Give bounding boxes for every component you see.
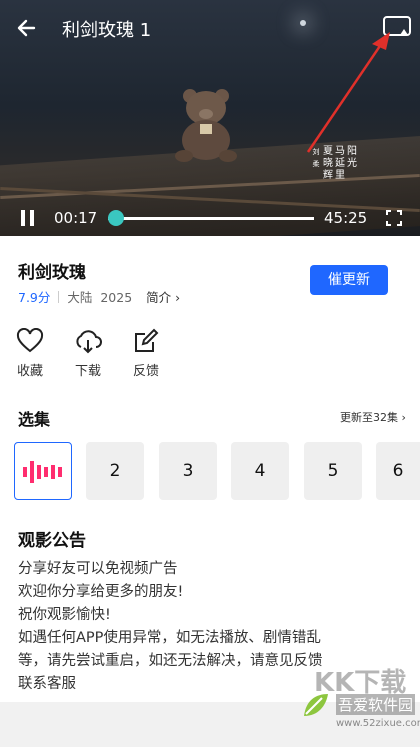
episode-1-playing[interactable] [14, 442, 72, 500]
player-title: 利剑玫瑰 1 [62, 20, 152, 41]
notice-title: 观影公告 [18, 531, 86, 551]
annotation-arrow-icon [306, 32, 390, 153]
favorite-label: 收藏 [16, 364, 43, 379]
intro-link[interactable]: 简介 › [146, 290, 180, 305]
leaf-logo-icon [304, 694, 328, 716]
episode-item[interactable]: 2 [86, 442, 144, 500]
episode-item[interactable]: 4 [231, 442, 289, 500]
heart-icon [16, 328, 44, 353]
total-time: 45:25 [324, 209, 368, 227]
current-time: 00:17 [54, 209, 98, 227]
feedback-button[interactable]: 反馈 [126, 328, 166, 379]
progress-bar[interactable] [108, 217, 314, 220]
year: 2025 [100, 290, 133, 305]
feedback-label: 反馈 [132, 364, 159, 379]
progress-knob[interactable] [108, 210, 124, 226]
update-text: 更新至32集 [340, 411, 398, 424]
playing-equalizer-icon [23, 461, 62, 483]
notice-line: 如遇任何APP使用异常，如无法播放、剧情错乱 [18, 630, 321, 646]
update-status[interactable]: 更新至32集 › [340, 409, 406, 425]
chevron-right-icon: › [401, 411, 406, 424]
score: 7.9分 [18, 290, 51, 305]
notice-line: 分享好友可以免视频广告 [18, 561, 178, 577]
video-player[interactable]: 刘柔夏晓辉马延里阳光 利剑玫瑰 1 00:17 45:25 [0, 0, 420, 236]
notice-line: 欢迎你分享给更多的朋友! [18, 584, 184, 600]
download-button[interactable]: 下载 [68, 328, 108, 379]
region: 大陆 [67, 290, 93, 305]
episode-item[interactable]: 3 [159, 442, 217, 500]
notice-line: 祝你观影愉快! [18, 607, 111, 623]
episodes-title: 选集 [18, 410, 51, 429]
cloud-download-icon [76, 330, 102, 354]
download-label: 下载 [74, 364, 101, 379]
chevron-right-icon: › [175, 290, 181, 305]
player-controls: 00:17 45:25 [0, 200, 420, 236]
fullscreen-icon[interactable] [386, 210, 402, 226]
pause-icon[interactable] [20, 210, 36, 226]
urge-update-button[interactable]: 催更新 [310, 265, 388, 295]
episode-item[interactable]: 5 [304, 442, 362, 500]
teddy-bear-image [175, 89, 237, 162]
intro-label: 简介 [146, 290, 172, 305]
edit-feedback-icon [135, 328, 159, 352]
back-arrow-icon[interactable] [14, 14, 42, 42]
watermark-name: 吾爱软件园 [336, 694, 416, 715]
watermark-url: www.52zixue.com [336, 718, 420, 729]
favorite-button[interactable]: 收藏 [10, 328, 50, 379]
detail-panel: 利剑玫瑰 7.9分 大陆 2025 简介 › 催更新 收藏 下载 反馈 选集 更新至… [0, 236, 420, 702]
show-title: 利剑玫瑰 [18, 263, 86, 283]
episode-item[interactable]: 6 [376, 442, 420, 500]
show-meta: 7.9分 大陆 2025 简介 › [18, 287, 180, 306]
watermark: KK下载 吾爱软件园 www.52zixue.com [296, 660, 420, 742]
